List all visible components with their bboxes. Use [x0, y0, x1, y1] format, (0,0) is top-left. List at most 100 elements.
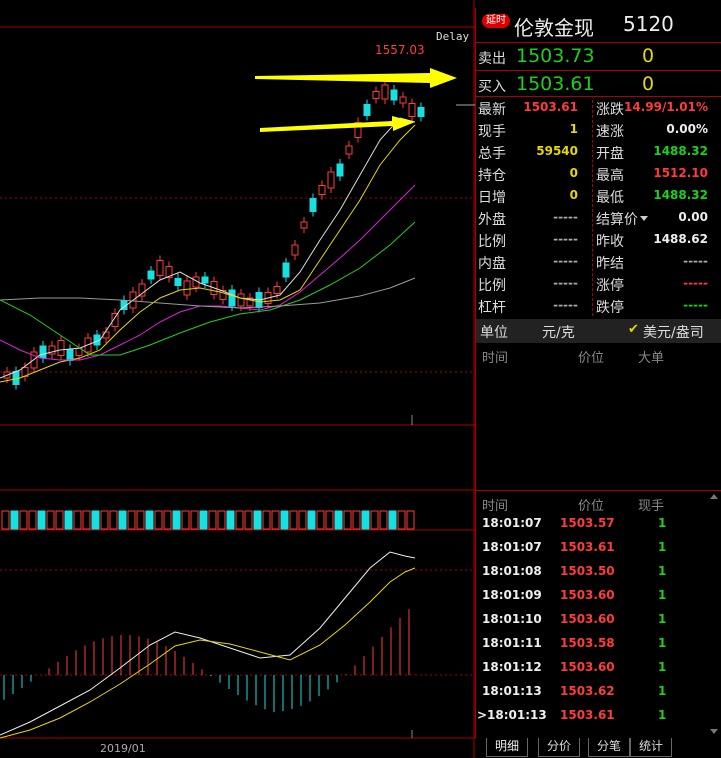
volume-bar — [280, 510, 289, 530]
stat-left-label: 日增 — [478, 190, 506, 206]
volume-bar — [181, 510, 190, 530]
volume-bar — [28, 510, 37, 530]
stat-right-row: 涨停 ----- — [596, 273, 708, 295]
tab-price-distribution[interactable]: 分价 — [538, 738, 581, 757]
kline-chart[interactable]: 1557.03 Delay 2019/01 — [0, 0, 475, 758]
divider — [476, 490, 721, 491]
date-axis-label: 2019/01 — [100, 742, 146, 755]
tab-detail[interactable]: 明细 — [486, 738, 529, 757]
tick-vol: 1 — [658, 588, 667, 602]
volume-bar — [55, 510, 64, 530]
volume-bar — [145, 510, 154, 530]
tick-time: >18:01:13 — [477, 708, 547, 722]
stat-left-row: 最新 1503.61 — [478, 97, 578, 119]
tick-time: 18:01:10 — [482, 612, 542, 626]
tick-row: 18:01:08 1503.50 1 — [476, 560, 721, 584]
tick-time: 18:01:11 — [482, 636, 542, 650]
stat-left-value: 0 — [569, 166, 578, 180]
candle-body — [417, 107, 425, 117]
volume-bar — [343, 510, 352, 530]
volume-bar — [316, 510, 325, 530]
candle-body — [345, 145, 353, 155]
tick-price: 1503.60 — [560, 612, 615, 626]
buy-label: 买入 — [478, 79, 506, 95]
tick-vol: 1 — [658, 564, 667, 578]
check-icon: ✔ — [628, 322, 639, 337]
big-order-vol-header: 大单 — [638, 351, 665, 366]
unit-label: 单位 — [480, 325, 508, 341]
stat-left-row: 比例 ----- — [478, 273, 578, 295]
volume-bar — [325, 510, 334, 530]
volume-bar — [1, 510, 10, 530]
sell-volume: 0 — [642, 45, 655, 67]
delay-badge: 延时 — [482, 14, 510, 28]
volume-bar — [82, 510, 91, 530]
tab-tick[interactable]: 分笔 — [588, 738, 631, 757]
scroll-up-icon[interactable] — [710, 494, 718, 499]
stat-right-value: 0.00 — [678, 210, 708, 224]
buy-quote-row: 买入 1503.61 0 — [476, 72, 721, 98]
volume-bar — [361, 510, 370, 530]
macd-dea-line — [0, 567, 416, 739]
volume-bar — [19, 510, 28, 530]
stat-right-label: 涨停 — [596, 278, 624, 294]
stat-right-row: 昨结 ----- — [596, 251, 708, 273]
scrollbar[interactable] — [708, 492, 721, 738]
volume-bar — [109, 510, 118, 530]
volume-bar — [136, 510, 145, 530]
candle-body — [183, 280, 191, 296]
volume-bar — [73, 510, 82, 530]
stat-right-row: 昨收 1488.62 — [596, 229, 708, 251]
stat-right-row: 最低 1488.32 — [596, 185, 708, 207]
candle-body — [372, 91, 380, 99]
tab-statistics[interactable]: 统计 — [630, 738, 673, 757]
volume-bar — [244, 510, 253, 530]
volume-bar — [352, 510, 361, 530]
tick-vol: 1 — [658, 516, 667, 530]
stat-left-label: 总手 — [478, 146, 506, 162]
candle-body — [300, 221, 308, 229]
volume-bar — [226, 510, 235, 530]
stat-left-row: 日增 0 — [478, 185, 578, 207]
stat-right-value: ----- — [683, 254, 708, 268]
volume-bar — [172, 510, 181, 530]
stat-left-value: ----- — [553, 254, 578, 268]
candle-body — [156, 260, 164, 276]
tick-vol: 1 — [658, 540, 667, 554]
volume-bar — [217, 510, 226, 530]
stat-left-label: 外盘 — [478, 212, 506, 228]
scroll-down-icon[interactable] — [710, 729, 718, 734]
sell-price: 1503.73 — [516, 45, 595, 67]
tick-row: >18:01:13 1503.61 1 — [476, 704, 721, 728]
candle-body — [39, 345, 47, 359]
tick-row: 18:01:09 1503.60 1 — [476, 584, 721, 608]
arrow-indicator-lower — [260, 116, 415, 132]
unit-option-usd-ounce[interactable]: 美元/盎司 — [643, 322, 704, 342]
volume-bar — [91, 510, 100, 530]
tick-row: 18:01:13 1503.62 1 — [476, 680, 721, 704]
unit-selector-row: 单位 元/克 ✔ 美元/盎司 — [476, 319, 721, 343]
stat-right-label: 开盘 — [596, 146, 624, 162]
tick-vol: 1 — [658, 612, 667, 626]
stat-left-label: 现手 — [478, 124, 506, 140]
sell-quote-row: 卖出 1503.73 0 — [476, 44, 721, 70]
volume-bar — [289, 510, 298, 530]
candle-body — [228, 289, 236, 307]
stat-left-value: ----- — [553, 298, 578, 312]
stat-right-value: 1488.32 — [653, 144, 708, 158]
stat-left-label: 内盘 — [478, 256, 506, 272]
sell-label: 卖出 — [478, 51, 506, 67]
dropdown-icon[interactable] — [640, 216, 648, 221]
kline-chart-area[interactable]: 1557.03 Delay 2019/01 — [0, 0, 475, 758]
stat-right-label: 最高 — [596, 168, 624, 184]
volume-bar — [208, 510, 217, 530]
tick-price: 1503.61 — [560, 540, 615, 554]
volume-bar — [163, 510, 172, 530]
buy-price: 1503.61 — [516, 73, 595, 95]
ma-line-green — [0, 221, 416, 356]
unit-option-yuan-gram[interactable]: 元/克 — [542, 322, 575, 342]
stat-left-value: 59540 — [536, 144, 578, 158]
tick-row: 18:01:07 1503.61 1 — [476, 536, 721, 560]
macd-histogram — [3, 609, 410, 713]
stat-right-value: 1512.10 — [653, 166, 708, 180]
